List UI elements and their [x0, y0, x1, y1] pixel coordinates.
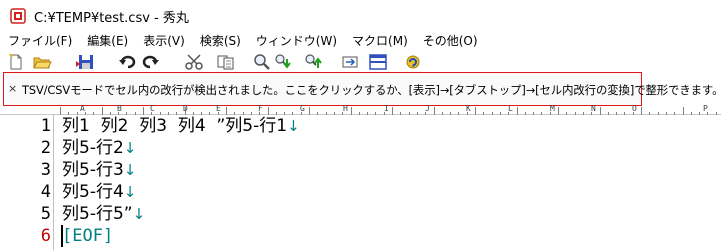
- ruler-column-letter: D: [183, 104, 188, 113]
- editor-line[interactable]: 3 列5-行3↓: [0, 159, 721, 181]
- close-icon[interactable]: ×: [8, 82, 17, 95]
- ruler-tick: [599, 107, 601, 115]
- new-file-icon[interactable]: [6, 53, 26, 71]
- column-ruler: A B C D E F G H I J K L M N O P: [0, 104, 721, 115]
- newline-mark: ↓: [123, 139, 137, 157]
- menu-file[interactable]: ファイル(F): [0, 31, 79, 51]
- copy-icon[interactable]: [216, 53, 236, 71]
- ruler-tick: [558, 107, 559, 115]
- find-next-up-icon[interactable]: [304, 53, 324, 71]
- line-text: 列5-行4↓: [62, 182, 137, 202]
- open-folder-icon[interactable]: [32, 53, 52, 71]
- ruler-column-letter: O: [632, 104, 637, 113]
- ruler-tick: [267, 107, 269, 115]
- newline-mark: ↓: [132, 205, 146, 223]
- ruler-column-letter: E: [216, 104, 221, 113]
- notification-message[interactable]: TSV/CSVモードでセル内の改行が検出されました。ここをクリックするか、[表示…: [22, 82, 721, 98]
- ruler-column-letter: J: [425, 104, 430, 113]
- ruler-column-letter: K: [466, 104, 471, 113]
- line-number: 3: [40, 160, 51, 180]
- hidemaru-app-icon: [10, 8, 26, 24]
- text-editor-area[interactable]: 1 列1 列2 列3 列4 ”列5-行1↓ 2 列5-行2↓ 3 列5-行3↓ …: [0, 115, 721, 250]
- ruler-tick: [350, 107, 352, 115]
- macro-icon[interactable]: [404, 53, 424, 71]
- ruler-tick: [226, 107, 227, 115]
- ruler-column-letter: M: [550, 104, 555, 113]
- ruler-tick: [392, 107, 393, 115]
- editor-line[interactable]: 2 列5-行2↓: [0, 137, 721, 159]
- line-text: 列5-行5”↓: [62, 204, 146, 224]
- line-number: 6: [40, 226, 51, 246]
- editor-line[interactable]: 5 列5-行5”↓: [0, 203, 721, 225]
- ruler-tick: [682, 107, 684, 115]
- editor-line[interactable]: 4 列5-行4↓: [0, 181, 721, 203]
- ruler-tick: [475, 107, 476, 115]
- newline-mark: ↓: [123, 183, 137, 201]
- ruler-tick: [309, 107, 310, 115]
- menu-bar: ファイル(F) 編集(E) 表示(V) 検索(S) ウィンドウ(W) マクロ(M…: [0, 31, 721, 51]
- newline-mark: ↓: [287, 117, 300, 135]
- line-number: 2: [40, 138, 51, 158]
- ruler-column-letter: G: [300, 104, 305, 113]
- editor-line-active[interactable]: 6 [EOF]: [0, 225, 721, 247]
- ruler-tick: [433, 107, 435, 115]
- newline-mark: ↓: [123, 161, 137, 179]
- ruler-tick: [641, 107, 642, 115]
- window-title: C:¥TEMP¥test.csv - 秀丸: [34, 11, 189, 26]
- line-number: 5: [40, 204, 51, 224]
- menu-other[interactable]: その他(O): [415, 31, 485, 51]
- save-icon[interactable]: [76, 53, 96, 71]
- menu-view[interactable]: 表示(V): [135, 31, 192, 51]
- ruler-tick: [143, 107, 144, 115]
- ruler-column-letter: C: [150, 104, 155, 113]
- eof-marker: [EOF]: [62, 226, 114, 246]
- find-next-down-icon[interactable]: [274, 53, 294, 71]
- line-number: 1: [40, 116, 51, 136]
- ruler-tick: [60, 107, 61, 115]
- menu-macro[interactable]: マクロ(M): [344, 31, 415, 51]
- ruler-column-letter: B: [117, 104, 122, 113]
- line-text: 列5-行3↓: [62, 160, 137, 180]
- ruler-column-letter: H: [343, 104, 348, 113]
- search-icon[interactable]: [252, 53, 272, 71]
- ruler-column-letter: N: [591, 104, 596, 113]
- split-window-icon[interactable]: [368, 53, 388, 71]
- ruler-column-letter: I: [384, 104, 389, 113]
- line-text: 列1 列2 列3 列4 ”列5-行1↓: [62, 116, 300, 136]
- menu-edit[interactable]: 編集(E): [79, 31, 135, 51]
- title-bar: C:¥TEMP¥test.csv - 秀丸: [0, 0, 721, 31]
- line-number: 4: [40, 182, 51, 202]
- ruler-tick: [101, 107, 103, 115]
- ruler-tick: [516, 107, 518, 115]
- redo-icon[interactable]: [140, 53, 160, 71]
- ruler-column-letter: P: [703, 104, 708, 113]
- menu-search[interactable]: 検索(S): [192, 31, 248, 51]
- toolbar: [0, 51, 721, 73]
- ruler-column-letter: A: [80, 104, 85, 113]
- line-text: 列5-行2↓: [62, 138, 137, 158]
- ruler-column-letter: F: [258, 104, 263, 113]
- editor-line[interactable]: 1 列1 列2 列3 列4 ”列5-行1↓: [0, 115, 721, 137]
- cut-icon[interactable]: [184, 53, 204, 71]
- ruler-column-letter: L: [508, 104, 513, 113]
- undo-icon[interactable]: [118, 53, 138, 71]
- text-caret: [61, 225, 63, 247]
- menu-window[interactable]: ウィンドウ(W): [248, 31, 344, 51]
- jump-icon[interactable]: [340, 53, 360, 71]
- csv-newline-notification-bar[interactable]: × TSV/CSVモードでセル内の改行が検出されました。ここをクリックするか、[…: [3, 72, 721, 106]
